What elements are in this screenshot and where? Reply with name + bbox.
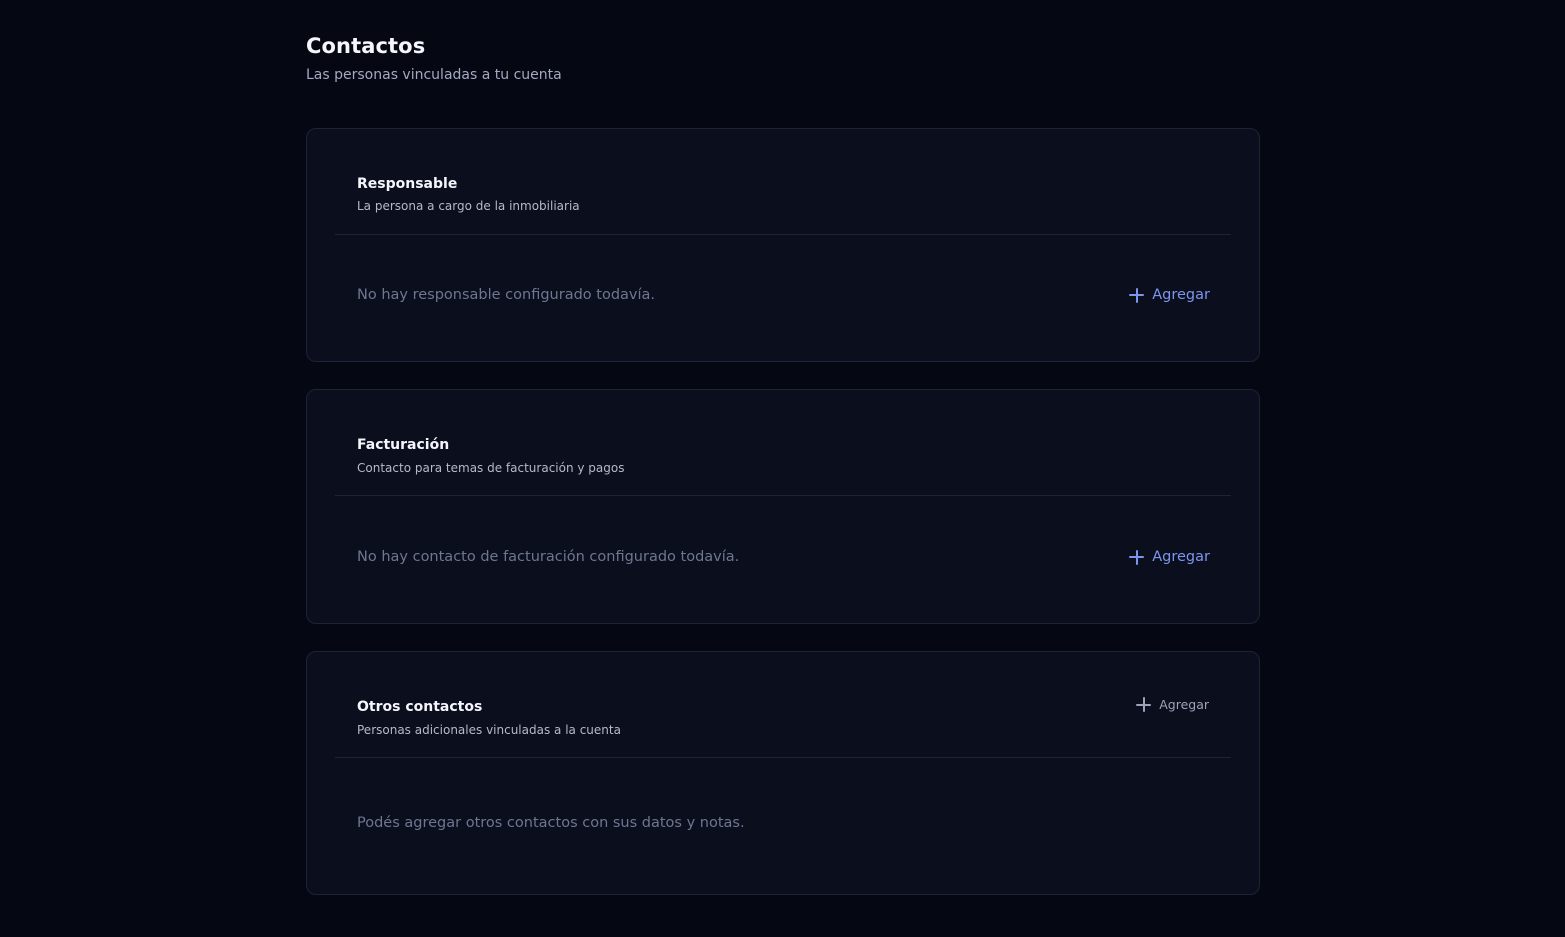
plus-icon	[1129, 549, 1145, 565]
otros-contactos-card: Otros contactos Personas adicionales vin…	[306, 651, 1260, 895]
page-header: Contactos Las personas vinculadas a tu c…	[306, 34, 562, 83]
card-title: Responsable	[357, 176, 458, 192]
add-button-label: Agregar	[1159, 697, 1209, 712]
add-otro-contacto-button[interactable]: Agregar	[1136, 697, 1209, 712]
add-button-label: Agregar	[1152, 549, 1210, 565]
card-description: Contacto para temas de facturación y pag…	[357, 461, 625, 475]
add-facturacion-button[interactable]: Agregar	[1129, 549, 1210, 565]
card-header: Facturación Contacto para temas de factu…	[335, 390, 1231, 496]
add-button-label: Agregar	[1152, 287, 1210, 303]
plus-icon	[1129, 287, 1145, 303]
responsable-card: Responsable La persona a cargo de la inm…	[306, 128, 1260, 362]
page-subtitle: Las personas vinculadas a tu cuenta	[306, 67, 562, 83]
plus-icon	[1136, 697, 1152, 712]
card-header: Otros contactos Personas adicionales vin…	[335, 652, 1231, 758]
empty-state-text: No hay responsable configurado todavía.	[357, 287, 656, 303]
card-header: Responsable La persona a cargo de la inm…	[335, 129, 1231, 235]
empty-state-text: No hay contacto de facturación configura…	[357, 549, 740, 565]
card-title: Facturación	[357, 437, 450, 453]
facturacion-card: Facturación Contacto para temas de factu…	[306, 389, 1260, 624]
card-description: Personas adicionales vinculadas a la cue…	[357, 723, 621, 737]
empty-state-text: Podés agregar otros contactos con sus da…	[357, 815, 745, 831]
add-responsable-button[interactable]: Agregar	[1129, 287, 1210, 303]
card-title: Otros contactos	[357, 699, 483, 715]
card-description: La persona a cargo de la inmobiliaria	[357, 199, 580, 213]
page-title: Contactos	[306, 34, 426, 58]
